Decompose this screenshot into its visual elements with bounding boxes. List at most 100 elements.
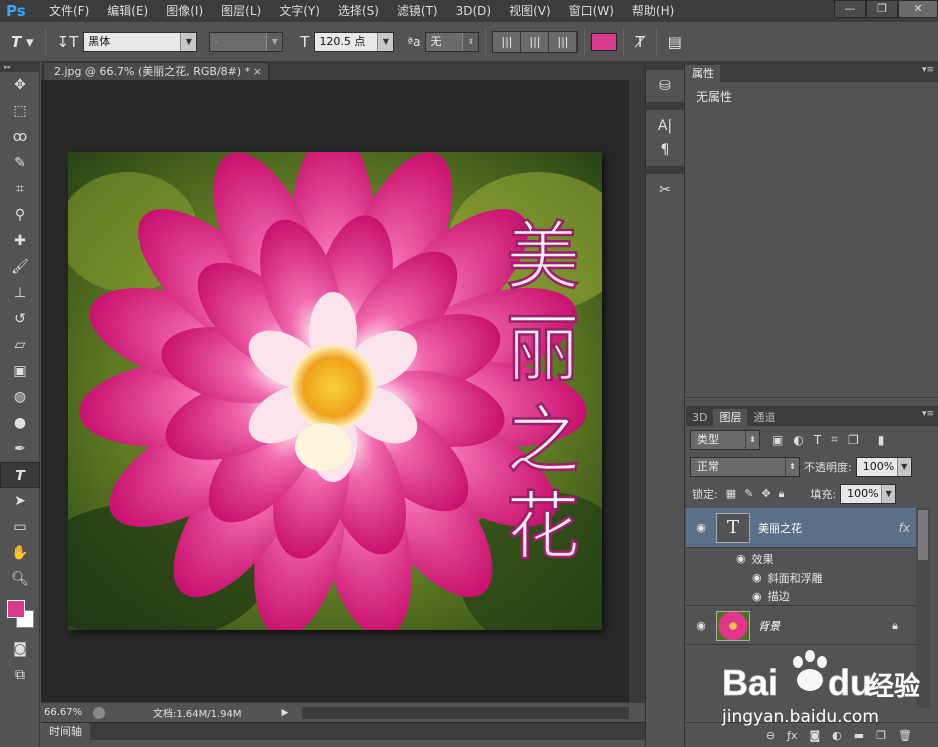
layer-row-text[interactable]: ◉ T 美丽之花 fx	[686, 508, 916, 548]
quick-mask-icon[interactable]: ◙	[0, 636, 40, 662]
quick-selection-tool-icon[interactable]: ✎	[0, 150, 40, 176]
lock-position-icon[interactable]: ✥	[757, 487, 774, 500]
character-panel-icon[interactable]: ▤	[663, 33, 687, 51]
document-tab[interactable]: 2.jpg @ 66.7% (美丽之花, RGB/8#) * ×	[43, 62, 269, 80]
fx-icon[interactable]: fx	[899, 521, 916, 535]
character-panel-icon[interactable]: A|	[646, 114, 684, 138]
filter-smart-object-icon[interactable]: ❐	[843, 433, 864, 447]
zoom-level[interactable]: 66.67%	[41, 707, 93, 718]
eraser-tool-icon[interactable]: ▱	[0, 332, 40, 358]
path-selection-tool-icon[interactable]: ➤	[0, 488, 40, 514]
font-style-select[interactable]: - ▼	[209, 31, 284, 52]
text-color-swatch[interactable]	[591, 32, 618, 51]
close-tab-icon[interactable]: ×	[253, 63, 262, 81]
paragraph-panel-icon[interactable]: ¶	[646, 138, 684, 162]
gradient-tool-icon[interactable]: ▣	[0, 358, 40, 384]
tab-3d[interactable]: 3D	[686, 409, 713, 426]
crop-tool-icon[interactable]: ⌗	[0, 176, 40, 202]
layer-name[interactable]: 背景	[750, 618, 892, 634]
add-mask-icon[interactable]: ◙	[803, 729, 826, 742]
toggle-orientation-icon[interactable]: ↧T	[52, 33, 84, 51]
healing-brush-tool-icon[interactable]: ✚	[0, 228, 40, 254]
move-tool-icon[interactable]: ✥	[0, 72, 40, 98]
link-layers-icon[interactable]: ⊖	[760, 729, 781, 742]
font-size-select[interactable]: 120.5 点 ▼	[314, 31, 395, 52]
font-family-select[interactable]: 黑体 ▼	[83, 31, 198, 52]
brush-tool-icon[interactable]: 🖌	[0, 254, 40, 280]
filter-adjustment-icon[interactable]: ◐	[788, 433, 808, 447]
eye-icon[interactable]: ◉	[752, 571, 768, 584]
panel-grip[interactable]: ▸▸	[0, 62, 39, 72]
menu-view[interactable]: 视图(V)	[500, 0, 560, 22]
eyedropper-tool-icon[interactable]: ⚲	[0, 202, 40, 228]
status-info-icon[interactable]	[93, 706, 105, 719]
layer-filter-select[interactable]: 类型 ⬍	[690, 429, 760, 450]
status-menu-arrow-icon[interactable]: ▶	[242, 708, 289, 718]
panel-menu-icon[interactable]: ▾≡	[922, 409, 934, 419]
filter-pixel-icon[interactable]: ▣	[760, 433, 788, 447]
filter-shape-icon[interactable]: ⌗	[826, 432, 843, 447]
opacity-field[interactable]: 100% ▼	[855, 456, 912, 477]
pen-tool-icon[interactable]: ✒	[0, 436, 40, 462]
history-panel-icon[interactable]: ⛁	[646, 74, 684, 98]
vertical-scrollbar[interactable]	[629, 80, 645, 702]
marquee-tool-icon[interactable]: ⬚	[0, 98, 40, 124]
layer-name[interactable]: 美丽之花	[750, 520, 899, 536]
menu-filter[interactable]: 滤镜(T)	[388, 0, 447, 22]
menu-type[interactable]: 文字(Y)	[270, 0, 329, 22]
clone-stamp-tool-icon[interactable]: ⊥	[0, 280, 40, 306]
restore-button[interactable]: ❐	[866, 0, 898, 18]
menu-3d[interactable]: 3D(D)	[447, 0, 500, 22]
hand-tool-icon[interactable]: ✋	[0, 540, 40, 566]
type-tool-icon[interactable]: 𝙏	[0, 462, 40, 488]
effects-row[interactable]: ◉ 效果	[686, 549, 916, 568]
align-top-icon[interactable]: |||	[493, 31, 522, 52]
align-bottom-icon[interactable]: |||	[549, 31, 578, 52]
blend-mode-select[interactable]: 正常 ⬍	[690, 456, 800, 477]
tab-channels[interactable]: 通道	[747, 409, 781, 426]
effect-bevel-emboss[interactable]: ◉ 斜面和浮雕	[686, 568, 916, 587]
filter-toggle-icon[interactable]: ▮	[864, 433, 890, 447]
new-group-icon[interactable]: ▬	[848, 729, 870, 742]
menu-window[interactable]: 窗口(W)	[560, 0, 623, 22]
warp-text-icon[interactable]: Ⱦ	[630, 33, 649, 51]
dodge-tool-icon[interactable]: ●	[0, 410, 40, 436]
menu-image[interactable]: 图像(I)	[157, 0, 212, 22]
lock-image-icon[interactable]: ✎	[740, 487, 757, 500]
zoom-tool-icon[interactable]: 🔍︎	[0, 566, 40, 592]
add-style-icon[interactable]: ƒx	[781, 729, 803, 742]
minimize-button[interactable]: —	[834, 0, 866, 18]
lock-transparent-icon[interactable]: ▦	[722, 487, 740, 500]
scrollbar-thumb[interactable]	[918, 510, 928, 560]
antialias-select[interactable]: 无 ⬍	[425, 31, 480, 52]
tools-preset-icon[interactable]: ✂	[646, 178, 684, 202]
panel-grip[interactable]	[646, 62, 684, 70]
horizontal-scrollbar[interactable]	[302, 707, 629, 719]
panel-grip[interactable]	[646, 102, 684, 110]
menu-select[interactable]: 选择(S)	[329, 0, 388, 22]
document-image[interactable]: 美 丽 之 花	[68, 152, 602, 630]
type-tool-preset-icon[interactable]: 𝙏 ▾	[6, 33, 39, 51]
menu-file[interactable]: 文件(F)	[40, 0, 98, 22]
filter-type-icon[interactable]: T	[809, 433, 826, 447]
eye-icon[interactable]: ◉	[686, 619, 716, 632]
panel-grip[interactable]	[646, 166, 684, 174]
lock-all-icon[interactable]: 🔒︎	[775, 487, 789, 501]
blur-tool-icon[interactable]: ◍	[0, 384, 40, 410]
menu-layer[interactable]: 图层(L)	[212, 0, 270, 22]
panel-menu-icon[interactable]: ▾≡	[922, 65, 934, 75]
fill-field[interactable]: 100% ▼	[840, 483, 897, 504]
tab-layers[interactable]: 图层	[713, 409, 748, 426]
eye-icon[interactable]: ◉	[752, 590, 768, 603]
lasso-tool-icon[interactable]: ꝏ	[0, 124, 40, 150]
tab-properties[interactable]: 属性	[686, 65, 720, 82]
menu-help[interactable]: 帮助(H)	[623, 0, 683, 22]
timeline-tab[interactable]: 时间轴	[41, 722, 90, 741]
new-adjustment-icon[interactable]: ◐	[826, 729, 848, 742]
foreground-color-swatch[interactable]	[7, 600, 25, 618]
trash-icon[interactable]: 🗑︎	[892, 729, 918, 742]
eye-icon[interactable]: ◉	[736, 552, 752, 565]
close-button[interactable]: ✕	[898, 0, 938, 18]
rectangle-tool-icon[interactable]: ▭	[0, 514, 40, 540]
new-layer-icon[interactable]: ❐	[870, 729, 892, 742]
